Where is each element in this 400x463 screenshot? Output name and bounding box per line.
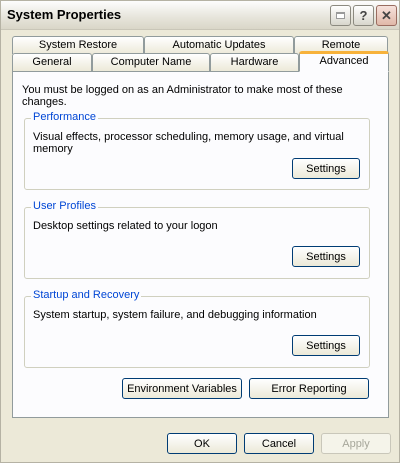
performance-group: Performance Visual effects, processor sc… <box>24 111 370 190</box>
ok-button[interactable]: OK <box>167 433 237 454</box>
tab-advanced[interactable]: Advanced <box>299 51 389 72</box>
user-profiles-description: Desktop settings related to your logon <box>33 220 218 232</box>
cancel-button[interactable]: Cancel <box>244 433 314 454</box>
tab-computer-name[interactable]: Computer Name <box>92 53 210 71</box>
minimize-button[interactable] <box>330 5 351 26</box>
startup-recovery-group: Startup and Recovery System startup, sys… <box>24 289 370 368</box>
user-profiles-group: User Profiles Desktop settings related t… <box>24 200 370 279</box>
window-title: System Properties <box>7 7 122 22</box>
close-button[interactable]: ✕ <box>376 5 397 26</box>
minimize-icon <box>336 12 345 19</box>
user-profiles-settings-button[interactable]: Settings <box>292 246 360 267</box>
close-icon: ✕ <box>381 7 392 23</box>
startup-recovery-description: System startup, system failure, and debu… <box>33 309 317 321</box>
tab-system-restore[interactable]: System Restore <box>12 36 144 54</box>
performance-settings-button[interactable]: Settings <box>292 158 360 179</box>
help-icon: ? <box>359 8 368 23</box>
performance-description: Visual effects, processor scheduling, me… <box>33 131 344 155</box>
apply-button[interactable]: Apply <box>321 433 391 454</box>
title-bar[interactable]: System Properties ? ✕ <box>1 1 399 30</box>
advanced-tab-panel: You must be logged on as an Administrato… <box>12 71 389 418</box>
help-button[interactable]: ? <box>353 5 374 26</box>
system-properties-window: System Properties ? ✕ System Restore Aut… <box>0 0 400 463</box>
user-profiles-title: User Profiles <box>31 200 98 212</box>
startup-recovery-settings-button[interactable]: Settings <box>292 335 360 356</box>
tab-automatic-updates[interactable]: Automatic Updates <box>144 36 294 54</box>
tab-hardware[interactable]: Hardware <box>210 53 299 71</box>
tab-general[interactable]: General <box>12 53 92 71</box>
admin-notice: You must be logged on as an Administrato… <box>22 84 343 108</box>
environment-variables-button[interactable]: Environment Variables <box>122 378 242 399</box>
performance-title: Performance <box>31 111 98 123</box>
error-reporting-button[interactable]: Error Reporting <box>249 378 369 399</box>
startup-recovery-title: Startup and Recovery <box>31 289 142 301</box>
